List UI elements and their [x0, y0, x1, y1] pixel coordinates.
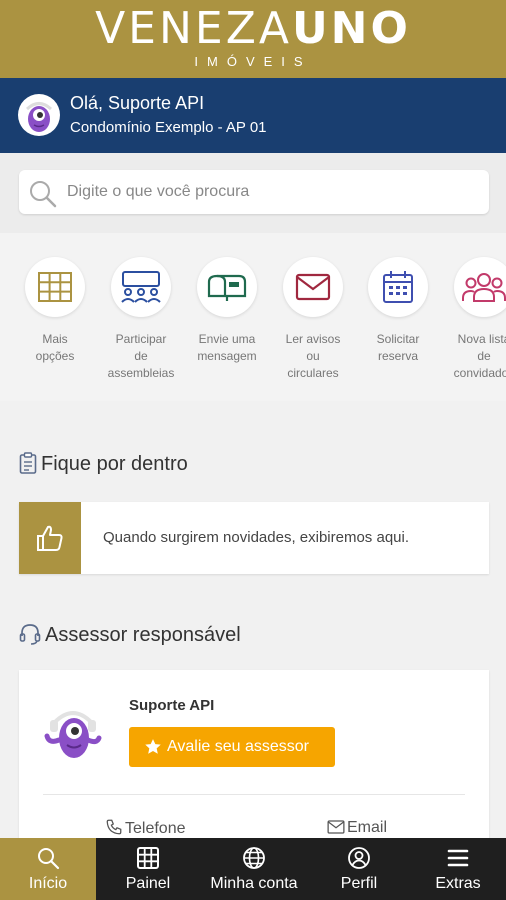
- email-label: Email: [347, 819, 388, 836]
- shortcut-row[interactable]: Mais opções Participar de assembleias En…: [0, 233, 506, 401]
- advisor-title-text: Assessor responsável: [45, 624, 241, 646]
- shortcut-label: Ler avisos ou circulares: [285, 332, 341, 380]
- rate-advisor-label: Avalie seu assessor: [167, 738, 309, 755]
- search-icon: [30, 181, 57, 208]
- phone-label: Telefone: [125, 820, 186, 837]
- shortcut-label: Participar de assembleias: [107, 332, 175, 380]
- email-contact[interactable]: Email: [327, 818, 387, 838]
- search-placeholder: Digite o que você procura: [67, 183, 250, 200]
- shortcut-icon-circle: [111, 257, 171, 317]
- logo-text-bold: UNO: [291, 3, 411, 54]
- menu-icon: [447, 849, 469, 867]
- monster-avatar-icon: [25, 102, 53, 132]
- avatar[interactable]: [18, 94, 60, 136]
- shortcut-convidados[interactable]: Nova lista de convidados: [442, 257, 506, 382]
- news-section-title: Fique por dentro: [19, 451, 188, 477]
- tab-inicio[interactable]: Início: [0, 838, 96, 900]
- search-icon: [38, 848, 60, 870]
- tab-label: Extras: [435, 875, 481, 892]
- shortcut-label: Solicitar reserva: [376, 332, 420, 363]
- advisor-section-title: Assessor responsável: [19, 622, 241, 648]
- shortcut-label: Envie uma mensagem: [197, 332, 257, 363]
- shortcut-icon-circle: [283, 257, 343, 317]
- news-title-text: Fique por dentro: [41, 453, 188, 475]
- user-icon: [348, 847, 370, 869]
- condo-name[interactable]: Condomínio Exemplo - AP 01: [70, 118, 267, 138]
- rate-advisor-button[interactable]: Avalie seu assessor: [129, 727, 335, 767]
- advisor-name: Suporte API: [129, 697, 215, 714]
- phone-contact[interactable]: Telefone: [105, 818, 186, 839]
- mailbox-icon: [207, 274, 247, 301]
- tab-label: Início: [28, 875, 68, 892]
- news-empty-text: Quando surgirem novidades, exibiremos aq…: [103, 529, 409, 546]
- star-icon: [145, 739, 161, 754]
- shortcut-icon-circle: [368, 257, 428, 317]
- brand-header: VENEZAUNO IMÓVEIS: [0, 0, 506, 78]
- shortcut-icon-circle: [454, 257, 506, 317]
- grid-icon: [38, 272, 72, 302]
- assembly-icon: [121, 271, 161, 303]
- bottom-tab-bar: Início Painel Minha conta Perfil Extras: [0, 838, 506, 900]
- grid-icon: [137, 847, 159, 869]
- tab-label: Perfil: [340, 875, 378, 892]
- phone-icon: [106, 819, 122, 835]
- shortcut-reserva[interactable]: Solicitar reserva: [356, 257, 440, 365]
- tab-minha-conta[interactable]: Minha conta: [200, 838, 308, 900]
- monster-avatar-icon: [44, 711, 102, 758]
- thumbs-up-icon: [37, 525, 63, 551]
- user-bar: Olá, Suporte API Condomínio Exemplo - AP…: [0, 78, 506, 153]
- tab-painel[interactable]: Painel: [96, 838, 200, 900]
- search-section: Digite o que você procura: [0, 153, 506, 233]
- calendar-icon: [383, 271, 413, 303]
- tab-perfil[interactable]: Perfil: [308, 838, 410, 900]
- news-thumb: [19, 502, 81, 574]
- search-input[interactable]: Digite o que você procura: [19, 170, 489, 214]
- shortcut-mensagem[interactable]: Envie uma mensagem: [185, 257, 269, 365]
- tab-extras[interactable]: Extras: [410, 838, 506, 900]
- divider: [43, 794, 465, 795]
- brand-logo: VENEZAUNO: [0, 4, 506, 54]
- advisor-card: Suporte API Avalie seu assessor Telefone…: [19, 670, 489, 850]
- envelope-icon: [295, 273, 331, 301]
- logo-subtitle: IMÓVEIS: [194, 54, 312, 69]
- shortcut-label: Nova lista de convidados: [453, 332, 506, 380]
- shortcut-icon-circle: [197, 257, 257, 317]
- headset-icon: [19, 624, 41, 645]
- news-empty-card: Quando surgirem novidades, exibiremos aq…: [19, 502, 489, 574]
- tab-label: Minha conta: [210, 875, 298, 892]
- clipboard-icon: [19, 452, 37, 474]
- globe-icon: [243, 847, 265, 869]
- guests-icon: [462, 273, 506, 302]
- logo-text-thin: VENEZA: [95, 3, 292, 54]
- greeting: Olá, Suporte API: [70, 93, 205, 113]
- tab-label: Painel: [125, 875, 171, 892]
- shortcut-icon-circle: [25, 257, 85, 317]
- shortcut-label: Mais opções: [35, 332, 75, 363]
- email-icon: [327, 820, 345, 834]
- shortcut-assembleias[interactable]: Participar de assembleias: [99, 257, 183, 382]
- shortcut-avisos[interactable]: Ler avisos ou circulares: [271, 257, 355, 382]
- shortcut-mais-opcoes[interactable]: Mais opções: [13, 257, 97, 365]
